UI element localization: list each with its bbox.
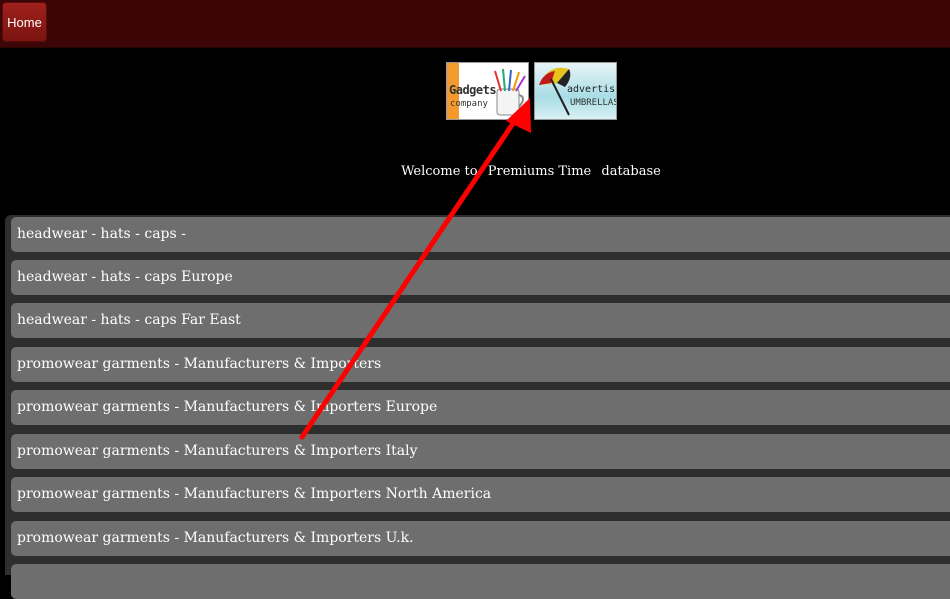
list-item-partial[interactable] <box>11 564 950 599</box>
list-item[interactable]: promowear garments - Manufacturers & Imp… <box>11 390 950 425</box>
umbrellas-logo-subtitle: UMBRELLAS <box>570 98 617 108</box>
list-item[interactable]: headwear - hats - caps Far East <box>11 303 950 338</box>
welcome-database: database <box>601 164 661 179</box>
advertising-umbrellas-logo[interactable]: advertising UMBRELLAS <box>534 62 617 120</box>
gadgets-logo-subtitle: company <box>450 99 488 109</box>
umbrellas-logo-title: advertising <box>567 84 616 95</box>
list-item[interactable]: promowear garments - Manufacturers & Imp… <box>11 477 950 512</box>
list-item[interactable]: promowear garments - Manufacturers & Imp… <box>11 521 950 556</box>
list-item[interactable]: promowear garments - Manufacturers & Imp… <box>11 434 950 469</box>
list-item[interactable]: promowear garments - Manufacturers & Imp… <box>11 347 950 382</box>
home-button[interactable]: Home <box>2 2 47 42</box>
gadgets-company-logo[interactable]: Gadgets company <box>446 62 529 120</box>
list-item[interactable]: headwear - hats - caps - <box>11 217 950 252</box>
welcome-site-name: Premiums Time <box>487 164 592 179</box>
top-navbar: Home <box>0 0 950 48</box>
welcome-message: Welcome to Premiums Time database <box>0 164 950 179</box>
gadgets-logo-title: Gadgets <box>449 83 497 97</box>
list-item[interactable]: headwear - hats - caps Europe <box>11 260 950 295</box>
welcome-text: Welcome to <box>401 164 478 179</box>
category-list: headwear - hats - caps - headwear - hats… <box>5 215 950 599</box>
